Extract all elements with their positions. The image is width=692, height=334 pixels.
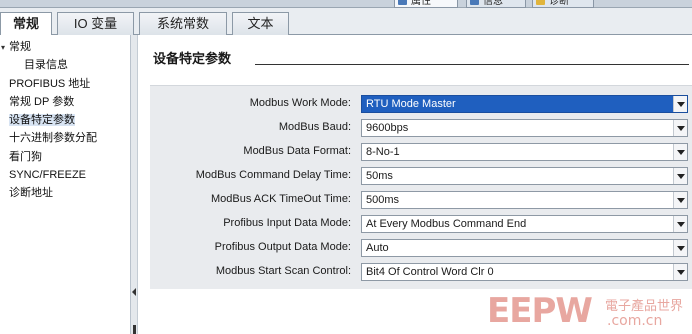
param-row-ack-timeout-time: ModBus ACK TimeOut Time: 500ms [150, 191, 692, 209]
watermark-cn-text: 電子產品世界 [605, 299, 684, 314]
nav-watchdog[interactable]: 看门狗 [9, 148, 42, 166]
param-row-modbus-baud: ModBus Baud: 9600bps [150, 119, 692, 137]
nav-device-specific-params[interactable]: 设备特定参数 [9, 111, 75, 129]
modbus-data-format-select[interactable]: 8-No-1 [361, 143, 688, 161]
param-label: ModBus ACK TimeOut Time: [211, 193, 351, 205]
param-label: ModBus Baud: [278, 121, 351, 133]
properties-tab-label: 属性 [411, 0, 431, 7]
nav-watchdog-label: 看门狗 [9, 151, 42, 163]
input-data-mode-select[interactable]: At Every Modbus Command End [361, 215, 688, 233]
command-delay-time-select[interactable]: 50ms [361, 167, 688, 185]
info-tab-label: 信息 [483, 0, 503, 7]
chevron-down-icon [677, 126, 685, 131]
collapse-arrow-icon[interactable] [132, 288, 136, 296]
expand-caret-icon[interactable]: ▾ [1, 39, 9, 57]
nav-general-dp-params[interactable]: 常规 DP 参数 [9, 93, 74, 111]
tab-io-tags[interactable]: IO 变量 [57, 12, 134, 35]
nav-hex-param-assignment[interactable]: 十六进制参数分配 [9, 129, 97, 147]
section-divider [255, 64, 689, 65]
param-label: Profibus Input Data Mode: [223, 217, 351, 229]
properties-tab[interactable]: 属性 [394, 0, 458, 8]
nav-diagnostic-address[interactable]: 诊断地址 [9, 184, 53, 202]
dropdown-button[interactable] [673, 216, 687, 232]
inspector-top-tabs: 属性 信息 诊断 [0, 0, 692, 8]
nav-profibus-address-label: PROFIBUS 地址 [9, 78, 91, 90]
nav-sync-freeze-label: SYNC/FREEZE [9, 169, 87, 181]
dropdown-button[interactable] [673, 144, 687, 160]
select-value: Bit4 Of Control Word Clr 0 [366, 266, 494, 278]
tab-io-tags-label: IO 变量 [73, 16, 118, 31]
chevron-down-icon [677, 174, 685, 179]
nav-hex-param-assignment-label: 十六进制参数分配 [9, 132, 97, 144]
chevron-down-icon [677, 246, 685, 251]
select-value: 9600bps [366, 122, 409, 134]
select-value: 50ms [366, 170, 393, 182]
chevron-down-icon [677, 102, 685, 107]
dropdown-button[interactable] [673, 96, 687, 112]
watermark-logo: EEPW [487, 291, 593, 331]
tab-texts[interactable]: 文本 [232, 12, 289, 35]
param-row-modbus-data-format: ModBus Data Format: 8-No-1 [150, 143, 692, 161]
diagnostics-tab[interactable]: 诊断 [532, 0, 594, 8]
nav-profibus-address[interactable]: PROFIBUS 地址 [9, 75, 90, 93]
param-row-modbus-work-mode: Modbus Work Mode: RTU Mode Master [150, 95, 692, 113]
dropdown-button[interactable] [673, 168, 687, 184]
nav-general-label: 常规 [9, 41, 31, 53]
chevron-down-icon [677, 270, 685, 275]
chevron-down-icon [677, 222, 685, 227]
nav-general-dp-params-label: 常规 DP 参数 [9, 96, 75, 108]
left-navigation: ▾ 常规 目录信息 PROFIBUS 地址 常规 DP 参数 设备特定参数 十六进… [0, 35, 131, 334]
tab-general[interactable]: 常规 [0, 12, 52, 36]
properties-icon [398, 0, 407, 5]
ack-timeout-time-select[interactable]: 500ms [361, 191, 688, 209]
modbus-work-mode-select[interactable]: RTU Mode Master [361, 95, 688, 113]
select-value: 500ms [366, 194, 400, 206]
nav-catalog-info[interactable]: 目录信息 [24, 56, 68, 74]
watermark-domain: .com.cn [607, 313, 663, 329]
param-label: Modbus Work Mode: [249, 97, 351, 109]
diagnostics-icon [536, 0, 545, 5]
nav-sync-freeze[interactable]: SYNC/FREEZE [9, 166, 86, 184]
section-title: 设备特定参数 [153, 51, 232, 66]
param-label: Modbus Start Scan Control: [215, 265, 351, 277]
chevron-down-icon [677, 150, 685, 155]
params-group: Modbus Work Mode: RTU Mode Master ModBus… [150, 85, 692, 289]
param-label: ModBus Command Delay Time: [195, 169, 351, 181]
select-value: Auto [366, 242, 389, 254]
modbus-baud-select[interactable]: 9600bps [361, 119, 688, 137]
select-value: At Every Modbus Command End [366, 218, 527, 230]
param-label: Profibus Output Data Mode: [214, 241, 351, 253]
param-row-start-scan-control: Modbus Start Scan Control: Bit4 Of Contr… [150, 263, 692, 281]
nav-catalog-info-label: 目录信息 [24, 59, 68, 71]
param-row-output-data-mode: Profibus Output Data Mode: Auto [150, 239, 692, 257]
tab-system-constants[interactable]: 系统常数 [139, 12, 227, 35]
tab-general-label: 常规 [12, 16, 39, 31]
nav-general[interactable]: ▾ 常规 [1, 38, 31, 56]
param-row-input-data-mode: Profibus Input Data Mode: At Every Modbu… [150, 215, 692, 233]
param-label: ModBus Data Format: [243, 145, 351, 157]
tab-system-constants-label: 系统常数 [156, 16, 209, 31]
dropdown-button[interactable] [673, 264, 687, 280]
select-value: RTU Mode Master [366, 98, 456, 110]
dropdown-button[interactable] [673, 240, 687, 256]
device-specific-params-panel: 设备特定参数 Modbus Work Mode: RTU Mode Master… [139, 35, 692, 334]
panel-splitter[interactable] [131, 35, 138, 334]
dropdown-button[interactable] [673, 192, 687, 208]
diagnostics-tab-label: 诊断 [549, 0, 569, 7]
start-scan-control-select[interactable]: Bit4 Of Control Word Clr 0 [361, 263, 688, 281]
dropdown-button[interactable] [673, 120, 687, 136]
output-data-mode-select[interactable]: Auto [361, 239, 688, 257]
tab-texts-label: 文本 [247, 16, 274, 31]
nav-device-specific-params-label: 设备特定参数 [9, 114, 75, 126]
properties-tab-bar: 常规 IO 变量 系统常数 文本 [0, 8, 692, 36]
param-row-command-delay-time: ModBus Command Delay Time: 50ms [150, 167, 692, 185]
watermark: EEPW 電子產品世界 .com.cn [487, 293, 692, 334]
splitter-grip-icon [133, 325, 136, 334]
info-tab[interactable]: 信息 [466, 0, 526, 8]
info-icon [470, 0, 479, 5]
select-value: 8-No-1 [366, 146, 400, 158]
nav-diagnostic-address-label: 诊断地址 [9, 187, 53, 199]
chevron-down-icon [677, 198, 685, 203]
